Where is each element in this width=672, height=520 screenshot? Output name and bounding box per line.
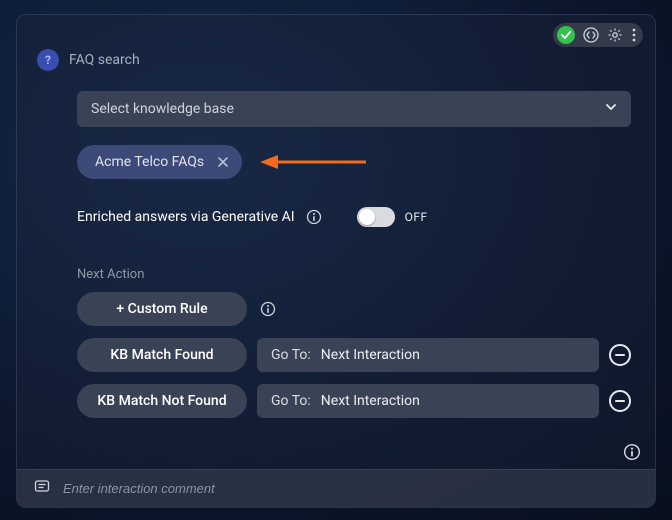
card-header: ? FAQ search [37,49,140,71]
kb-chip: Acme Telco FAQs [77,145,242,179]
kb-chip-label: Acme Telco FAQs [95,154,204,170]
remove-rule-button[interactable] [609,344,631,366]
info-icon[interactable] [623,443,641,461]
code-icon[interactable] [583,27,599,43]
knowledge-base-select[interactable]: Select knowledge base [77,91,631,127]
goto-select[interactable]: Go To: Next Interaction [257,338,599,372]
card-title: FAQ search [69,52,140,68]
comment-input[interactable] [63,481,639,496]
config-card: ? FAQ search Select knowledge base Acme … [16,14,656,508]
faq-icon: ? [37,49,59,71]
rule-row: KB Match Not Found Go To: Next Interacti… [77,384,631,418]
more-icon[interactable] [631,27,637,43]
gear-icon[interactable] [607,27,623,43]
chevron-down-icon [605,101,617,117]
next-action-label: Next Action [77,267,631,282]
rule-name-pill[interactable]: KB Match Not Found [77,384,247,418]
info-icon[interactable] [305,208,323,226]
add-custom-rule-button[interactable]: + Custom Rule [77,292,247,326]
info-icon[interactable] [259,300,277,318]
close-icon[interactable] [214,153,232,171]
rule-name-pill[interactable]: KB Match Found [77,338,247,372]
annotation-arrow-icon [258,152,368,172]
rule-row: KB Match Found Go To: Next Interaction [77,338,631,372]
comment-icon [33,478,51,500]
select-placeholder: Select knowledge base [91,101,234,117]
toggle-state-label: OFF [405,210,428,224]
enriched-toggle[interactable] [357,207,395,227]
enriched-label: Enriched answers via Generative AI [77,209,295,225]
status-ok-icon [557,26,575,44]
card-toolbar [553,23,643,47]
card-content: Select knowledge base Acme Telco FAQs En… [77,91,631,418]
card-footer [17,469,655,507]
goto-select[interactable]: Go To: Next Interaction [257,384,599,418]
remove-rule-button[interactable] [609,390,631,412]
toggle-knob [359,209,375,225]
